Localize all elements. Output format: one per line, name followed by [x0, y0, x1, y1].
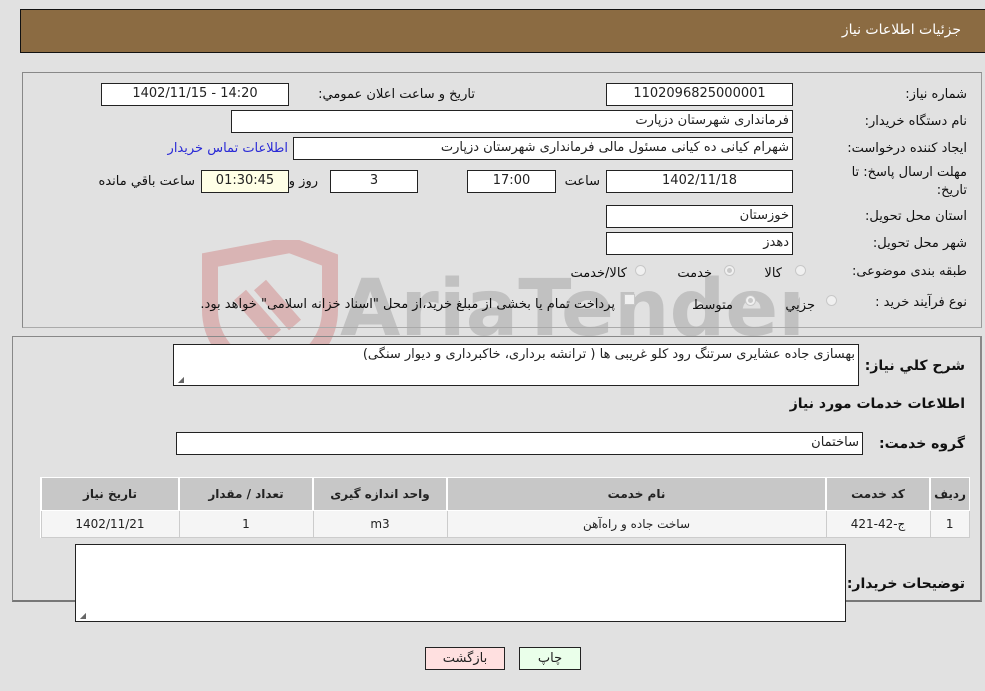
days-label: روز و — [288, 174, 318, 189]
process-type-label: نوع فرآیند خرید : — [875, 295, 967, 310]
category-option-service: خدمت — [677, 266, 712, 281]
category-option-goods: کالا — [764, 266, 782, 281]
treasury-checkbox[interactable] — [624, 294, 635, 305]
services-heading: اطلاعات خدمات مورد نیاز — [789, 396, 965, 412]
announce-date-field[interactable]: 1402/11/15 - 14:20 — [101, 83, 289, 106]
time-remaining-label: ساعت باقي مانده — [98, 174, 195, 189]
service-group-field[interactable]: ساختمان — [176, 432, 863, 455]
buyer-contact-link[interactable]: اطلاعات تماس خریدار — [168, 141, 288, 156]
buyer-notes-textarea[interactable]: ◢ — [75, 544, 846, 622]
print-button[interactable]: چاپ — [519, 647, 581, 670]
services-table: ردیف کد خدمت نام خدمت واحد اندازه گیری ت… — [40, 477, 970, 538]
resize-grip-icon[interactable]: ◢ — [176, 376, 184, 384]
buyer-org-label: نام دستگاه خریدار: — [864, 114, 967, 129]
province-field[interactable]: خوزستان — [606, 205, 793, 228]
cell-unit: m3 — [312, 510, 448, 538]
category-radio-goods-service[interactable] — [635, 265, 646, 276]
cell-quantity: 1 — [178, 510, 314, 538]
city-field[interactable]: دهدز — [606, 232, 793, 255]
city-label: شهر محل تحویل: — [872, 236, 967, 251]
need-number-field[interactable]: 1102096825000001 — [606, 83, 793, 106]
table-row: 1 ج-42-421 ساخت جاده و راه‌آهن m3 1 1402… — [40, 510, 970, 538]
back-button[interactable]: بازگشت — [425, 647, 505, 670]
deadline-label-line2: تاریخ: — [936, 183, 967, 198]
col-need-date: تاریخ نیاز — [40, 477, 180, 511]
buyer-notes-label: توضیحات خریدار: — [846, 576, 965, 592]
process-radio-medium[interactable] — [745, 295, 756, 306]
category-radio-goods[interactable] — [795, 265, 806, 276]
cell-service-code: ج-42-421 — [825, 510, 931, 538]
requester-field[interactable]: شهرام کیانی ده کیانی مسئول مالی فرماندار… — [293, 137, 793, 160]
cell-row-number: 1 — [929, 510, 970, 538]
process-option-minor: جزیي — [785, 298, 815, 313]
province-label: استان محل تحویل: — [865, 209, 967, 224]
col-service-code: کد خدمت — [825, 477, 931, 511]
description-text: بهسازی جاده عشایری سرتنگ رود کلو غریبی ه… — [362, 347, 855, 362]
cell-need-date: 1402/11/21 — [40, 510, 180, 538]
deadline-label-line1: مهلت ارسال پاسخ: تا — [851, 165, 967, 180]
table-header-row: ردیف کد خدمت نام خدمت واحد اندازه گیری ت… — [40, 477, 970, 511]
category-option-goods-service: کالا/خدمت — [570, 266, 627, 281]
col-unit: واحد اندازه گیری — [312, 477, 448, 511]
col-quantity: تعداد / مقدار — [178, 477, 314, 511]
need-number-label: شماره نیاز: — [905, 87, 967, 102]
treasury-note: پرداخت تمام یا بخشی از مبلغ خرید،از محل … — [200, 297, 615, 312]
category-label: طبقه بندی موضوعی: — [851, 264, 967, 279]
announce-date-label: تاریخ و ساعت اعلان عمومي: — [318, 87, 475, 102]
requester-label: ایجاد کننده درخواست: — [847, 141, 967, 156]
process-radio-minor[interactable] — [826, 295, 837, 306]
deadline-time-label: ساعت — [564, 174, 600, 189]
page-header: جزئیات اطلاعات نیاز — [20, 9, 985, 53]
service-group-label: گروه خدمت: — [879, 436, 965, 452]
col-row-number: ردیف — [929, 477, 970, 511]
cell-service-name: ساخت جاده و راه‌آهن — [446, 510, 827, 538]
resize-grip-icon[interactable]: ◢ — [78, 612, 86, 620]
description-label: شرح کلي نیاز: — [864, 358, 965, 374]
buyer-org-field[interactable]: فرمانداری شهرستان دزپارت — [231, 110, 793, 133]
col-service-name: نام خدمت — [446, 477, 827, 511]
page-title: جزئیات اطلاعات نیاز — [841, 22, 961, 38]
deadline-date-field[interactable]: 1402/11/18 — [606, 170, 793, 193]
process-option-medium: متوسط — [692, 298, 733, 313]
deadline-time-field[interactable]: 17:00 — [467, 170, 556, 193]
days-remaining-field[interactable]: 3 — [330, 170, 418, 193]
category-radio-service[interactable] — [724, 265, 735, 276]
description-textarea[interactable]: بهسازی جاده عشایری سرتنگ رود کلو غریبی ه… — [173, 344, 859, 386]
time-remaining-field[interactable]: 01:30:45 — [201, 170, 289, 193]
